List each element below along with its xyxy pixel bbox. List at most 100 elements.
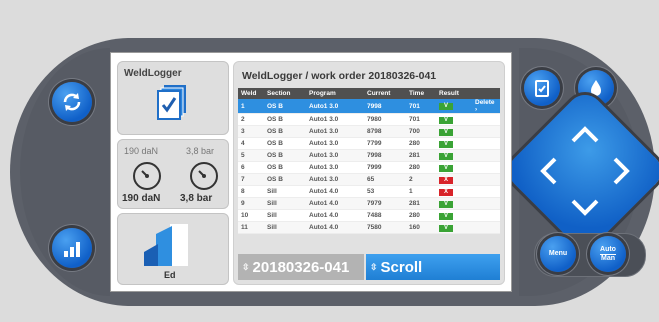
man-label: Man bbox=[600, 254, 615, 262]
time-cell: 160 bbox=[406, 221, 436, 234]
current-cell: 7799 bbox=[364, 137, 406, 150]
chevron-up-icon bbox=[571, 126, 599, 143]
result-cell: V bbox=[436, 113, 472, 126]
current-cell: 7980 bbox=[364, 113, 406, 126]
current-cell: 65 bbox=[364, 173, 406, 186]
time-cell: 281 bbox=[406, 197, 436, 210]
time-cell: 280 bbox=[406, 209, 436, 222]
table-row[interactable]: 9 Sill Auto1 4.0 7979 281 V bbox=[238, 197, 500, 210]
action-cell bbox=[472, 221, 500, 234]
menu-button-label: Menu bbox=[548, 250, 568, 257]
force-top-label: 190 daN bbox=[124, 146, 159, 156]
weld-cell: 11 bbox=[238, 221, 264, 234]
time-cell: 280 bbox=[406, 137, 436, 150]
program-cell: Auto1 4.0 bbox=[306, 185, 364, 198]
result-cell: X bbox=[436, 185, 472, 198]
weld-cell: 10 bbox=[238, 209, 264, 222]
left-button[interactable] bbox=[528, 151, 568, 191]
chevron-down-icon bbox=[571, 199, 599, 216]
time-cell: 281 bbox=[406, 149, 436, 162]
refresh-button[interactable] bbox=[52, 82, 92, 122]
section-cell: OS B bbox=[264, 125, 306, 138]
section-cell: OS B bbox=[264, 113, 306, 126]
action-cell bbox=[472, 137, 500, 150]
result-badge: V bbox=[439, 103, 453, 110]
time-cell: 1 bbox=[406, 185, 436, 198]
table-row[interactable]: 2 OS B Auto1 3.0 7980 701 V bbox=[238, 113, 500, 126]
statistics-button[interactable] bbox=[52, 228, 92, 268]
weld-cell: 3 bbox=[238, 125, 264, 138]
weld-cell: 2 bbox=[238, 113, 264, 126]
work-order-selector[interactable]: ⇳ 20180326-041 bbox=[238, 254, 364, 280]
action-cell bbox=[472, 173, 500, 186]
scroll-button[interactable]: ⇳ Scroll bbox=[366, 254, 500, 280]
down-button[interactable] bbox=[565, 188, 605, 228]
right-button[interactable] bbox=[602, 151, 642, 191]
up-down-icon: ⇳ bbox=[242, 261, 250, 272]
time-cell: 700 bbox=[406, 125, 436, 138]
col-result: Result bbox=[436, 88, 472, 99]
result-cell: V bbox=[436, 197, 472, 210]
current-cell: 7998 bbox=[364, 99, 406, 114]
work-order-value: 20180326-041 bbox=[252, 258, 350, 276]
weld-cell: 9 bbox=[238, 197, 264, 210]
table-row[interactable]: 6 OS B Auto1 3.0 7999 280 V bbox=[238, 161, 500, 174]
current-cell: 8798 bbox=[364, 125, 406, 138]
document-check-icon bbox=[157, 85, 186, 120]
table-header-row: Weld Section Program Current Time Result bbox=[238, 88, 500, 99]
program-cell: Auto1 3.0 bbox=[306, 125, 364, 138]
section-cell: Sill bbox=[264, 197, 306, 210]
section-cell: OS B bbox=[264, 173, 306, 186]
weld-cell: 4 bbox=[238, 137, 264, 150]
action-cell bbox=[472, 197, 500, 210]
table-row[interactable]: 4 OS B Auto1 3.0 7799 280 V bbox=[238, 137, 500, 150]
table-row[interactable]: 1 OS B Auto1 3.0 7998 701 V Delete › bbox=[238, 99, 500, 114]
scroll-label: Scroll bbox=[380, 258, 423, 276]
auto-man-button[interactable]: Auto Man bbox=[590, 236, 626, 272]
action-cell bbox=[472, 125, 500, 138]
table-row[interactable]: 5 OS B Auto1 3.0 7998 281 V bbox=[238, 149, 500, 162]
ed-tile[interactable]: Ed bbox=[117, 213, 229, 285]
menu-button[interactable]: Menu bbox=[540, 236, 576, 272]
program-cell: Auto1 3.0 bbox=[306, 113, 364, 126]
program-cell: Auto1 4.0 bbox=[306, 221, 364, 234]
action-cell bbox=[472, 185, 500, 198]
time-cell: 280 bbox=[406, 161, 436, 174]
time-cell: 701 bbox=[406, 99, 436, 114]
result-badge: V bbox=[439, 128, 453, 136]
program-cell: Auto1 3.0 bbox=[306, 137, 364, 150]
section-cell: OS B bbox=[264, 149, 306, 162]
program-cell: Auto1 3.0 bbox=[306, 173, 364, 186]
auto-man-label: Auto Man bbox=[600, 246, 616, 263]
section-cell: Sill bbox=[264, 209, 306, 222]
result-badge: V bbox=[439, 224, 453, 232]
col-time: Time bbox=[406, 88, 436, 99]
action-cell[interactable]: Delete › bbox=[472, 99, 500, 114]
section-cell: Sill bbox=[264, 185, 306, 198]
up-button[interactable] bbox=[565, 114, 605, 154]
result-badge: V bbox=[439, 212, 453, 220]
result-cell: V bbox=[436, 161, 472, 174]
table-row[interactable]: 11 Sill Auto1 4.0 7580 160 V bbox=[238, 221, 500, 234]
refresh-icon bbox=[63, 93, 81, 111]
result-badge: X bbox=[439, 188, 453, 196]
page-title: WeldLogger / work order 20180326-041 bbox=[242, 70, 437, 82]
gauges-tile[interactable]: 190 daN 3,8 bar 190 daN 3,8 bar bbox=[117, 139, 229, 209]
result-badge: V bbox=[439, 116, 453, 124]
weldlogger-tile[interactable]: WeldLogger bbox=[117, 61, 229, 135]
program-cell: Auto1 4.0 bbox=[306, 197, 364, 210]
weld-cell: 6 bbox=[238, 161, 264, 174]
document-button[interactable] bbox=[524, 70, 560, 106]
delete-button[interactable]: Delete bbox=[475, 99, 495, 106]
table-row[interactable]: 3 OS B Auto1 3.0 8798 700 V bbox=[238, 125, 500, 138]
program-cell: Auto1 3.0 bbox=[306, 161, 364, 174]
table-row[interactable]: 8 Sill Auto1 4.0 53 1 X bbox=[238, 185, 500, 198]
program-cell: Auto1 3.0 bbox=[306, 149, 364, 162]
pressure-value: 3,8 bar bbox=[180, 193, 213, 204]
result-badge: X bbox=[439, 176, 453, 184]
result-cell: X bbox=[436, 173, 472, 186]
time-cell: 701 bbox=[406, 113, 436, 126]
table-row[interactable]: 7 OS B Auto1 3.0 65 2 X bbox=[238, 173, 500, 186]
table-row[interactable]: 10 Sill Auto1 4.0 7488 280 V bbox=[238, 209, 500, 222]
chevron-left-icon bbox=[540, 157, 557, 185]
